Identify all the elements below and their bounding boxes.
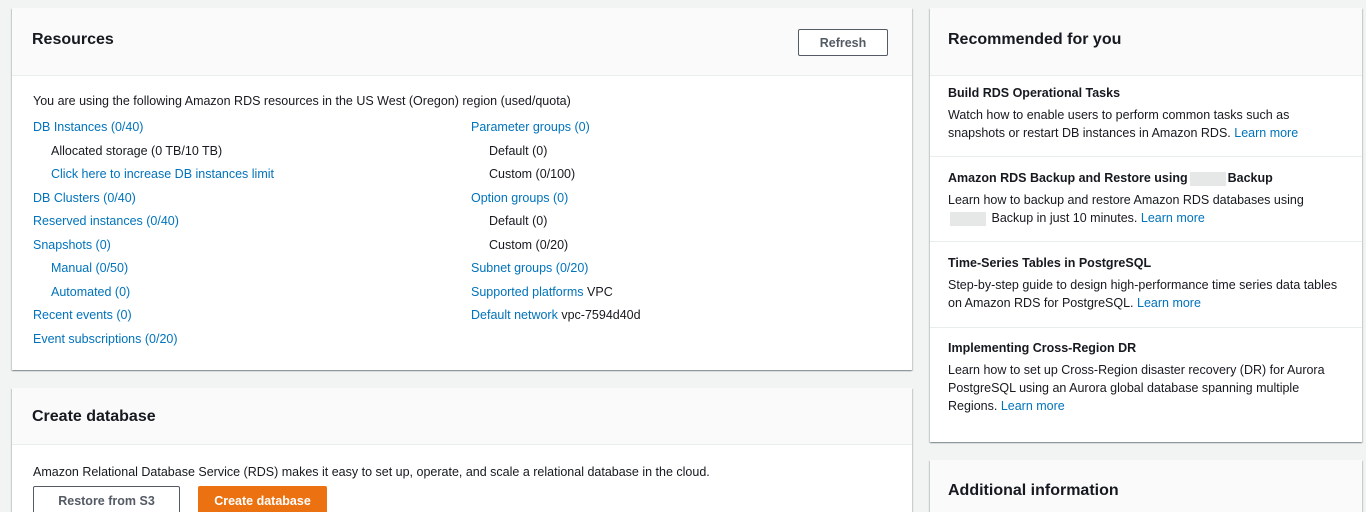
additional-information-panel: Additional information bbox=[930, 460, 1362, 512]
recent-events-link[interactable]: Recent events (0) bbox=[33, 308, 132, 322]
recommendation-item: Build RDS Operational Tasks Watch how to… bbox=[948, 84, 1344, 142]
redacted-text bbox=[950, 211, 986, 226]
supported-platforms-link[interactable]: Supported platforms bbox=[471, 285, 584, 299]
parameter-groups-custom: Custom (0/100) bbox=[489, 167, 576, 181]
additional-information-header: Additional information bbox=[930, 460, 1362, 512]
parameter-groups-link[interactable]: Parameter groups (0) bbox=[471, 120, 590, 134]
additional-information-title: Additional information bbox=[948, 482, 1119, 499]
db-clusters-link[interactable]: DB Clusters (0/40) bbox=[33, 191, 136, 205]
divider bbox=[930, 327, 1362, 328]
learn-more-link[interactable]: Learn more bbox=[1001, 399, 1065, 413]
option-groups-default: Default (0) bbox=[489, 214, 548, 228]
recommendation-body: Learn how to set up Cross-Region disaste… bbox=[948, 361, 1344, 415]
allocated-storage: Allocated storage (0 TB/10 TB) bbox=[51, 143, 223, 158]
recommendation-item: Time-Series Tables in PostgreSQL Step-by… bbox=[948, 254, 1344, 312]
reserved-instances-link[interactable]: Reserved instances (0/40) bbox=[33, 214, 179, 228]
recommendation-title: Amazon RDS Backup and Restore using Backu… bbox=[948, 169, 1344, 187]
divider bbox=[930, 241, 1362, 242]
increase-limit-link[interactable]: Click here to increase DB instances limi… bbox=[51, 167, 274, 181]
recommendation-title: Implementing Cross-Region DR bbox=[948, 341, 1137, 355]
resources-header: Resources Refresh bbox=[12, 8, 912, 76]
resources-right-column: Parameter groups (0) Default (0) Custom … bbox=[471, 118, 641, 330]
resources-left-column: DB Instances (0/40) Allocated storage (0… bbox=[33, 118, 274, 353]
event-subscriptions-link[interactable]: Event subscriptions (0/20) bbox=[33, 332, 178, 346]
create-database-header: Create database bbox=[12, 388, 912, 445]
learn-more-link[interactable]: Learn more bbox=[1234, 126, 1298, 140]
parameter-groups-default: Default (0) bbox=[489, 143, 548, 158]
create-database-panel: Create database Amazon Relational Databa… bbox=[12, 388, 912, 512]
recommendation-body: Step-by-step guide to design high-perfor… bbox=[948, 276, 1344, 312]
create-database-description: Amazon Relational Database Service (RDS)… bbox=[33, 465, 710, 479]
recommended-panel: Recommended for you Build RDS Operationa… bbox=[930, 8, 1362, 442]
resources-panel: Resources Refresh You are using the foll… bbox=[12, 8, 912, 370]
recommendation-title: Build RDS Operational Tasks bbox=[948, 86, 1121, 100]
recommended-title: Recommended for you bbox=[948, 31, 1122, 48]
refresh-button[interactable]: Refresh bbox=[798, 29, 888, 56]
snapshots-link[interactable]: Snapshots (0) bbox=[33, 238, 111, 252]
create-database-title: Create database bbox=[32, 408, 156, 425]
recommendation-item: Amazon RDS Backup and Restore using Backu… bbox=[948, 169, 1344, 227]
restore-from-s3-button[interactable]: Restore from S3 bbox=[33, 486, 180, 512]
create-database-button[interactable]: Create database bbox=[198, 486, 327, 512]
redacted-text bbox=[1189, 171, 1226, 186]
db-instances-link[interactable]: DB Instances (0/40) bbox=[33, 120, 143, 134]
learn-more-link[interactable]: Learn more bbox=[1137, 296, 1201, 310]
manual-snapshots-link[interactable]: Manual (0/50) bbox=[51, 261, 128, 275]
subnet-groups-link[interactable]: Subnet groups (0/20) bbox=[471, 261, 588, 275]
recommendation-text-end: Backup in just 10 minutes. bbox=[991, 211, 1138, 225]
recommendation-item: Implementing Cross-Region DR Learn how t… bbox=[948, 339, 1344, 415]
learn-more-link[interactable]: Learn more bbox=[1141, 211, 1205, 225]
recommended-header: Recommended for you bbox=[930, 8, 1362, 76]
option-groups-link[interactable]: Option groups (0) bbox=[471, 191, 568, 205]
recommendation-title-end: Backup bbox=[1227, 171, 1273, 185]
default-network-link[interactable]: Default network bbox=[471, 308, 558, 322]
recommendation-title: Time-Series Tables in PostgreSQL bbox=[948, 256, 1152, 270]
divider bbox=[930, 156, 1362, 157]
default-network-value: vpc-7594d40d bbox=[561, 308, 641, 322]
resources-intro: You are using the following Amazon RDS r… bbox=[33, 94, 571, 108]
option-groups-custom: Custom (0/20) bbox=[489, 237, 569, 252]
recommendation-body: Learn how to backup and restore Amazon R… bbox=[948, 191, 1344, 227]
recommendation-text: Learn how to backup and restore Amazon R… bbox=[948, 193, 1304, 207]
recommendation-title-start: Amazon RDS Backup and Restore using bbox=[948, 171, 1188, 185]
supported-platforms-value: VPC bbox=[587, 284, 613, 299]
automated-snapshots-link[interactable]: Automated (0) bbox=[51, 285, 130, 299]
recommendation-body: Watch how to enable users to perform com… bbox=[948, 106, 1344, 142]
resources-title: Resources bbox=[32, 31, 114, 48]
